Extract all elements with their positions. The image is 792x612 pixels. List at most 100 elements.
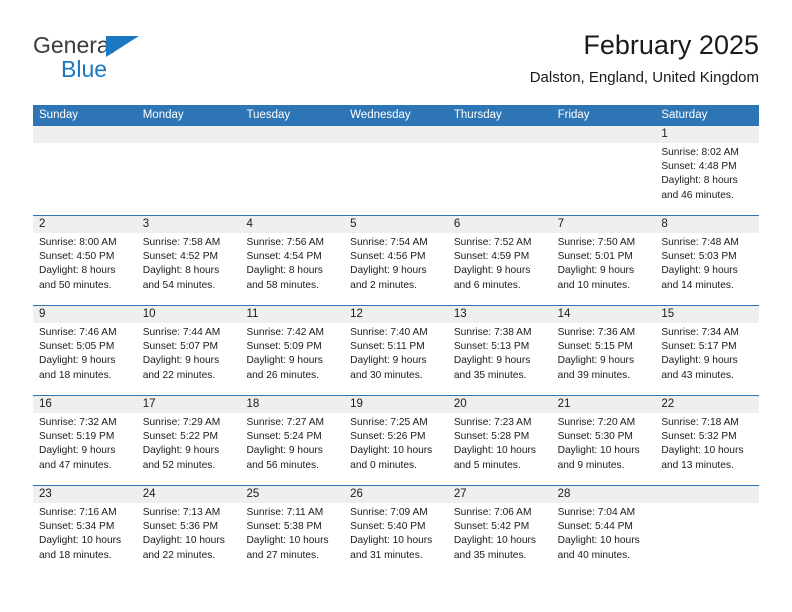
daylight-text: Daylight: 9 hours and 14 minutes. (661, 265, 738, 291)
day-cell[interactable]: 11 Sunrise: 7:42 AM Sunset: 5:09 PM Dayligh… (240, 306, 345, 395)
day-number-band: 5 (344, 216, 448, 233)
daylight-text: Daylight: 9 hours and 30 minutes. (350, 355, 427, 381)
day-sun-info: Sunrise: 7:44 AM Sunset: 5:07 PM Daylight:… (137, 323, 241, 383)
sunset-text: Sunset: 5:17 PM (661, 341, 737, 353)
day-number-band: 28 (551, 486, 656, 503)
day-sun-info: Sunrise: 7:23 AM Sunset: 5:28 PM Daylight:… (448, 413, 552, 473)
day-cell[interactable]: 14 Sunrise: 7:36 AM Sunset: 5:15 PM Dayligh… (551, 306, 656, 395)
day-cell[interactable]: 13 Sunrise: 7:38 AM Sunset: 5:13 PM Dayligh… (447, 306, 552, 395)
daylight-text: Daylight: 9 hours and 10 minutes. (557, 265, 635, 291)
day-cell-empty (447, 126, 552, 215)
daylight-text: Daylight: 10 hours and 22 minutes. (142, 535, 225, 561)
sunrise-text: Sunrise: 7:11 AM (246, 507, 324, 518)
day-number-band: 24 (136, 486, 241, 503)
calendar-grid: Sunday Monday Tuesday Wednesday Thursday Frid… (33, 105, 760, 575)
day-number: 18 (246, 398, 260, 410)
day-sun-info: Sunrise: 7:50 AM Sunset: 5:01 PM Daylight:… (552, 233, 656, 293)
day-cell[interactable]: 22 Sunrise: 7:18 AM Sunset: 5:32 PM Dayligh… (655, 396, 760, 485)
sunrise-text: Sunrise: 7:25 AM (350, 417, 428, 428)
day-cell[interactable]: 26 Sunrise: 7:09 AM Sunset: 5:40 PM Dayligh… (344, 486, 448, 575)
logo-text-blue: Blue (61, 56, 108, 82)
calendar-weeks: 1 Sunrise: 8:02 AM Sunset: 4:48 PM Daylight… (33, 126, 760, 575)
day-number-band: 13 (447, 306, 552, 323)
sunset-text: Sunset: 5:42 PM (453, 521, 530, 533)
day-number: 9 (39, 308, 46, 320)
daylight-text: Daylight: 10 hours and 5 minutes. (453, 445, 536, 471)
day-cell-empty (33, 126, 137, 215)
day-number: 1 (661, 128, 668, 140)
day-cell[interactable]: 20 Sunrise: 7:23 AM Sunset: 5:28 PM Dayligh… (447, 396, 552, 485)
day-sun-info: Sunrise: 7:25 AM Sunset: 5:26 PM Daylight:… (344, 413, 448, 473)
sunset-text: Sunset: 5:38 PM (246, 521, 322, 533)
day-number: 11 (246, 308, 259, 320)
day-number-band: 2 (33, 216, 137, 233)
day-cell[interactable]: 3 Sunrise: 7:58 AM Sunset: 4:52 PM Daylight… (136, 216, 241, 305)
calendar-week-row: 2 Sunrise: 8:00 AM Sunset: 4:50 PM Daylight… (33, 215, 760, 305)
day-number-band (33, 126, 137, 143)
sunrise-text: Sunrise: 7:42 AM (246, 327, 325, 338)
day-cell[interactable]: 24 Sunrise: 7:13 AM Sunset: 5:36 PM Dayligh… (136, 486, 241, 575)
day-number-band: 26 (344, 486, 448, 503)
day-cell[interactable]: 21 Sunrise: 7:20 AM Sunset: 5:30 PM Dayligh… (551, 396, 656, 485)
day-cell[interactable]: 2 Sunrise: 8:00 AM Sunset: 4:50 PM Daylight… (33, 216, 137, 305)
day-cell[interactable]: 19 Sunrise: 7:25 AM Sunset: 5:26 PM Dayligh… (344, 396, 448, 485)
day-cell[interactable]: 17 Sunrise: 7:29 AM Sunset: 5:22 PM Dayligh… (136, 396, 241, 485)
day-cell[interactable]: 9 Sunrise: 7:46 AM Sunset: 5:05 PM Daylight… (33, 306, 137, 395)
sunset-text: Sunset: 5:22 PM (142, 431, 219, 443)
day-cell[interactable]: 8 Sunrise: 7:48 AM Sunset: 5:03 PM Daylight… (655, 216, 760, 305)
day-sun-info: Sunrise: 7:06 AM Sunset: 5:42 PM Daylight:… (448, 503, 552, 563)
daylight-text: Daylight: 10 hours and 18 minutes. (39, 535, 122, 561)
day-cell[interactable]: 18 Sunrise: 7:27 AM Sunset: 5:24 PM Dayligh… (240, 396, 345, 485)
day-number-band (447, 126, 552, 143)
day-sun-info: Sunrise: 7:38 AM Sunset: 5:13 PM Daylight:… (448, 323, 552, 383)
day-sun-info: Sunrise: 7:04 AM Sunset: 5:44 PM Daylight:… (552, 503, 656, 563)
day-cell[interactable]: 5 Sunrise: 7:54 AM Sunset: 4:56 PM Daylight… (344, 216, 448, 305)
sunrise-text: Sunrise: 7:29 AM (142, 417, 221, 428)
day-cell[interactable]: 12 Sunrise: 7:40 AM Sunset: 5:11 PM Dayligh… (344, 306, 448, 395)
day-number: 19 (350, 398, 363, 410)
day-cell[interactable]: 6 Sunrise: 7:52 AM Sunset: 4:59 PM Daylight… (447, 216, 552, 305)
sunrise-text: Sunrise: 7:48 AM (661, 237, 739, 248)
sunrise-text: Sunrise: 7:23 AM (453, 417, 532, 428)
day-cell[interactable]: 16 Sunrise: 7:32 AM Sunset: 5:19 PM Dayligh… (33, 396, 137, 485)
daylight-text: Daylight: 9 hours and 56 minutes. (246, 445, 323, 471)
page-title: February 2025 (583, 30, 759, 60)
day-number-band (240, 126, 345, 143)
day-cell[interactable]: 15 Sunrise: 7:34 AM Sunset: 5:17 PM Dayligh… (655, 306, 760, 395)
calendar-page: General Blue February 2025 Dalston, Engl… (0, 0, 792, 612)
sunrise-text: Sunrise: 7:34 AM (661, 327, 739, 338)
day-sun-info: Sunrise: 7:48 AM Sunset: 5:03 PM Daylight:… (655, 233, 759, 293)
day-cell[interactable]: 4 Sunrise: 7:56 AM Sunset: 4:54 PM Daylight… (240, 216, 345, 305)
day-cell[interactable]: 28 Sunrise: 7:04 AM Sunset: 5:44 PM Dayligh… (551, 486, 656, 575)
sunrise-text: Sunrise: 7:56 AM (246, 237, 325, 248)
calendar-week-cells: 23 Sunrise: 7:16 AM Sunset: 5:34 PM Dayligh… (33, 486, 760, 575)
day-cell-empty (240, 126, 345, 215)
day-cell-empty (655, 486, 760, 575)
day-cell[interactable]: 25 Sunrise: 7:11 AM Sunset: 5:38 PM Dayligh… (240, 486, 345, 575)
day-cell[interactable]: 10 Sunrise: 7:44 AM Sunset: 5:07 PM Dayligh… (136, 306, 241, 395)
sunrise-text: Sunrise: 7:46 AM (39, 327, 117, 338)
sunset-text: Sunset: 5:01 PM (557, 251, 633, 263)
day-number: 23 (39, 488, 52, 500)
daylight-text: Daylight: 9 hours and 52 minutes. (142, 445, 220, 471)
sunrise-text: Sunrise: 7:16 AM (39, 507, 117, 518)
logo-general-blue: General Blue (33, 32, 273, 82)
day-number: 4 (246, 218, 253, 230)
day-sun-info: Sunrise: 8:00 AM Sunset: 4:50 PM Daylight:… (33, 233, 137, 293)
day-number-band: 12 (344, 306, 448, 323)
day-number-band: 8 (655, 216, 760, 233)
sunset-text: Sunset: 5:36 PM (142, 521, 219, 533)
day-cell[interactable]: 7 Sunrise: 7:50 AM Sunset: 5:01 PM Daylight… (551, 216, 656, 305)
day-sun-info: Sunrise: 7:40 AM Sunset: 5:11 PM Daylight:… (344, 323, 448, 383)
day-number: 21 (557, 398, 571, 410)
day-cell[interactable]: 23 Sunrise: 7:16 AM Sunset: 5:34 PM Dayligh… (33, 486, 137, 575)
sunrise-text: Sunrise: 7:06 AM (453, 507, 532, 518)
day-sun-info: Sunrise: 7:09 AM Sunset: 5:40 PM Daylight:… (344, 503, 448, 563)
sunrise-text: Sunrise: 7:40 AM (350, 327, 428, 338)
day-number-band: 9 (33, 306, 137, 323)
sunrise-text: Sunrise: 7:20 AM (557, 417, 636, 428)
day-cell[interactable]: 27 Sunrise: 7:06 AM Sunset: 5:42 PM Dayligh… (447, 486, 552, 575)
day-cell[interactable]: 1 Sunrise: 8:02 AM Sunset: 4:48 PM Daylight… (655, 126, 760, 215)
sunset-text: Sunset: 5:44 PM (557, 521, 633, 533)
daylight-text: Daylight: 10 hours and 13 minutes. (661, 445, 744, 471)
